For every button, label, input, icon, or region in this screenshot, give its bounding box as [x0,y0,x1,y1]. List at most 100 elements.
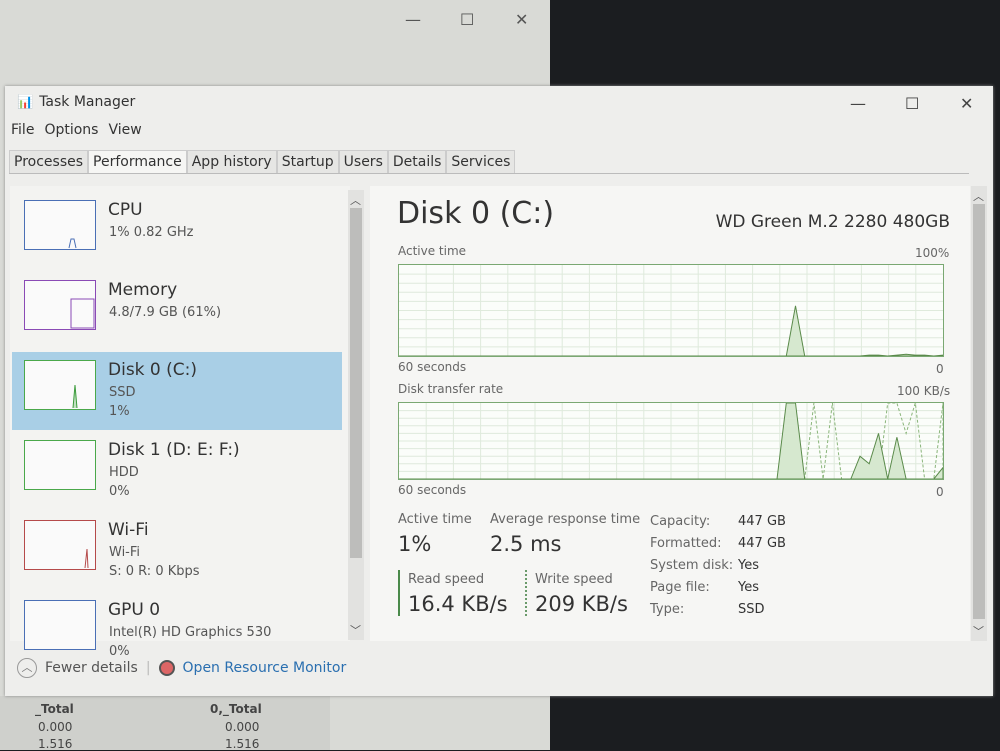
sidebar-item[interactable]: Wi-Fi Wi-Fi S: 0 R: 0 Kbps [12,512,342,590]
bg-col-header: 0,_Total [210,702,262,716]
sidebar-item[interactable]: Disk 0 (C:) SSD 1% [12,352,342,430]
transfer-chart-max: 100 KB/s [897,384,951,398]
transfer-chart-label: Disk transfer rate [398,382,504,396]
active-time-label: Active time [398,512,472,527]
background-table: _Total 0,_Total 0.000 0.000 1.516 1.516 [0,696,330,751]
property-label: Page file: [650,580,710,595]
property-value: 447 GB [738,536,786,551]
detail-scrollbar[interactable]: ︿ ﹀ [971,186,987,641]
sidebar-thumbnail-graph [24,600,96,650]
detail-title: Disk 0 (C:) [397,196,555,231]
avg-response-label: Average response time [490,512,641,527]
disk-detail-pane: Disk 0 (C:) WD Green M.2 2280 480GB Acti… [370,186,970,641]
sidebar-item-name: CPU [108,200,143,220]
resource-list: CPU 1% 0.82 GHz Memory 4.8/7.9 GB (61%) … [10,186,350,659]
sidebar-item-detail: Wi-Fi [109,545,141,560]
tab-processes[interactable]: Processes [9,150,89,173]
tab-users[interactable]: Users [338,150,388,173]
active-time-chart [398,264,944,357]
fewer-details-link[interactable]: Fewer details [45,660,138,676]
tab-performance[interactable]: Performance [88,150,187,173]
sidebar-thumbnail-graph [24,280,96,330]
property-value: 447 GB [738,514,786,529]
transfer-chart-min: 0 [936,485,944,499]
active-time-value: 1% [398,532,432,556]
sidebar-item[interactable]: CPU 1% 0.82 GHz [12,192,342,270]
sidebar-item[interactable]: Memory 4.8/7.9 GB (61%) [12,272,342,350]
sidebar-item-name: Memory [108,280,178,300]
avg-response-value: 2.5 ms [490,532,562,556]
bg-maximize-icon: ☐ [460,10,475,29]
menu-file[interactable]: File [11,122,34,138]
sidebar-item-name: Wi-Fi [108,520,149,540]
read-indicator [398,570,400,616]
open-resource-monitor-link[interactable]: Open Resource Monitor [183,660,347,676]
footer: ︿ Fewer details | Open Resource Monitor [17,658,346,678]
sidebar-item-name: Disk 0 (C:) [108,360,198,380]
scroll-down-icon[interactable]: ﹀ [973,623,984,639]
bg-minimize-icon: — [405,10,421,29]
disk-model: WD Green M.2 2280 480GB [715,212,950,232]
close-button[interactable]: ✕ [960,94,973,113]
write-speed-value: 209 KB/s [535,592,628,616]
bg-cell: 0.000 [225,720,260,734]
property-value: SSD [738,602,765,617]
property-label: Capacity: [650,514,711,529]
bg-cell: 1.516 [38,737,73,751]
task-manager-icon: 📊 [17,94,34,110]
active-time-chart-xlabel: 60 seconds [398,360,467,374]
scroll-down-icon[interactable]: ﹀ [350,622,361,638]
sidebar-thumbnail-graph [24,200,96,250]
bg-cell: 0.000 [38,720,73,734]
sidebar-scrollbar[interactable]: ︿ ﹀ [348,190,364,640]
transfer-chart-xlabel: 60 seconds [398,483,467,497]
tab-startup[interactable]: Startup [276,150,339,173]
sidebar-item-detail: SSD [109,385,136,400]
scroll-up-icon[interactable]: ︿ [973,188,984,204]
write-indicator [525,570,527,616]
sidebar-thumbnail-graph [24,440,96,490]
window-title: Task Manager [39,94,136,110]
title-bar: 📊 Task Manager [17,94,135,110]
sidebar-item-detail: 1% 0.82 GHz [109,225,194,240]
property-value: Yes [738,558,759,573]
sidebar-item-detail: 4.8/7.9 GB (61%) [109,305,222,320]
sidebar-item-name: Disk 1 (D: E: F:) [108,440,240,460]
divider: | [145,660,151,676]
sidebar-scroll-thumb[interactable] [350,208,362,558]
sidebar-thumbnail-graph [24,520,96,570]
bg-col-header: _Total [35,702,74,716]
sidebar-item-detail: 1% [109,404,130,419]
menu-bar: File Options View [11,122,142,138]
read-speed-label: Read speed [408,572,485,587]
property-label: Formatted: [650,536,722,551]
detail-scroll-thumb[interactable] [973,204,985,619]
tab-services[interactable]: Services [446,150,516,173]
write-speed-label: Write speed [535,572,613,587]
resource-monitor-icon [158,660,175,676]
scroll-up-icon[interactable]: ︿ [350,192,361,208]
minimize-button[interactable]: — [850,94,866,113]
chevron-up-icon[interactable]: ︿ [17,658,37,678]
property-label: System disk: [650,558,734,573]
tab-details[interactable]: Details [387,150,447,173]
sidebar-item[interactable]: Disk 1 (D: E: F:) HDD 0% [12,432,342,510]
property-label: Type: [650,602,685,617]
sidebar-item-name: GPU 0 [108,600,161,620]
tab-app-history[interactable]: App history [186,150,277,173]
bg-cell: 1.516 [225,737,260,751]
transfer-rate-svg [399,402,944,480]
sidebar-item-detail: S: 0 R: 0 Kbps [109,564,200,579]
active-time-chart-max: 100% [915,246,950,260]
tab-bar: Processes Performance App history Startu… [9,150,969,174]
property-value: Yes [738,580,759,595]
sidebar-item-detail: 0% [109,644,130,659]
maximize-button[interactable]: ☐ [905,94,919,113]
menu-options[interactable]: Options [44,122,98,138]
menu-view[interactable]: View [108,122,141,138]
bg-close-icon: ✕ [515,10,529,29]
read-speed-value: 16.4 KB/s [408,592,508,616]
sidebar-item-detail: HDD [109,465,139,480]
sidebar-thumbnail-graph [24,360,96,410]
sidebar-item-detail: 0% [109,484,130,499]
